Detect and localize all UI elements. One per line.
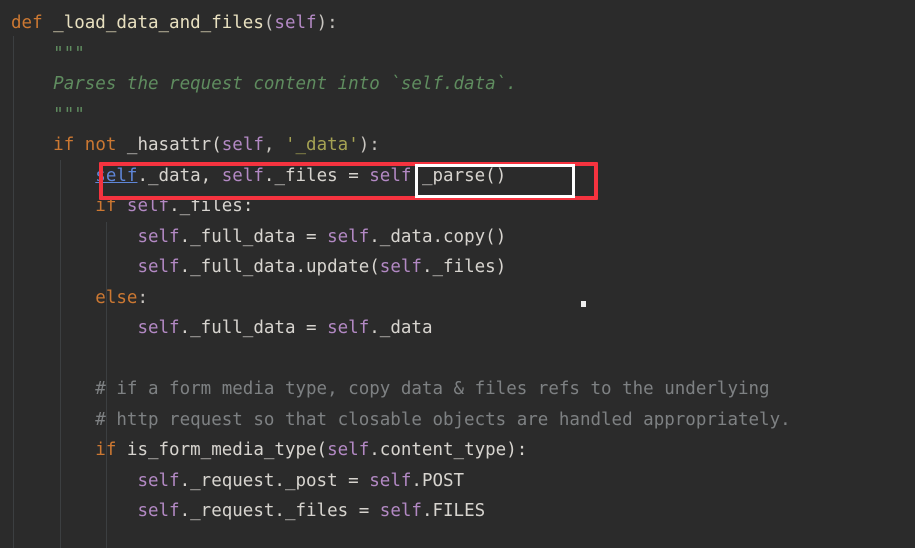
token-fn: _load_data_and_files (53, 13, 264, 33)
token-self: self (137, 470, 180, 491)
token-plain: ._files = (263, 165, 370, 186)
token-kw: if (95, 196, 117, 216)
token-punct: ): (358, 135, 380, 155)
code-line[interactable]: """ (0, 39, 915, 70)
token-plain: ._full_data = (179, 318, 328, 338)
token-cmt: # http request so that closable objects … (95, 409, 791, 430)
code-line[interactable] (0, 344, 915, 375)
token-plain: ._full_data = (179, 226, 328, 247)
code-line[interactable]: if not _hasattr(self, '_data'): (0, 130, 915, 161)
token-self: self (137, 501, 180, 521)
token-plain: ._files) (421, 257, 507, 277)
token-punct: , (263, 135, 285, 155)
token-plain: ._request._files = (179, 501, 380, 521)
code-line[interactable]: # http request so that closable objects … (0, 405, 915, 436)
token-hl-self: self (95, 165, 138, 186)
token-self: self (379, 257, 422, 277)
token-plain: ._data, (137, 165, 222, 186)
token-doc: """ (53, 43, 85, 64)
token-doc: """ (53, 104, 85, 125)
token-plain: is_form_media_type( (116, 440, 328, 460)
code-line[interactable]: else: (0, 283, 915, 314)
token-self: self (369, 470, 412, 491)
token-punct: ( (263, 13, 275, 33)
token-punct: ): (316, 13, 338, 33)
code-line[interactable]: self._data, self._files = self._parse() (0, 161, 915, 192)
token-self: self (274, 13, 317, 33)
code-line[interactable]: """ (0, 100, 915, 131)
code-line[interactable]: def _load_data_and_files(self): (0, 8, 915, 39)
token-cmt: # if a form media type, copy data & file… (95, 379, 770, 399)
code-line[interactable]: self._request._files = self.FILES (0, 496, 915, 527)
token-plain: ._request._post = (179, 470, 370, 491)
token-self: self (221, 165, 264, 186)
token-plain: _hasattr( (116, 135, 222, 155)
token-self: self (327, 440, 370, 460)
token-self: self (327, 318, 370, 338)
code-content[interactable]: def _load_data_and_files(self): """ Pars… (0, 8, 915, 527)
code-line[interactable]: self._full_data = self._data (0, 313, 915, 344)
token-doc: Parses the request content into `self.da… (53, 74, 517, 94)
token-self: self (221, 135, 264, 155)
code-line[interactable]: self._full_data = self._data.copy() (0, 222, 915, 253)
token-plain: .FILES (421, 501, 486, 521)
token-self: self (369, 165, 412, 186)
code-line[interactable]: self._full_data.update(self._files) (0, 252, 915, 283)
token-plain: ._parse() (411, 165, 507, 186)
code-line[interactable]: if self._files: (0, 191, 915, 222)
token-self: self (126, 196, 170, 216)
token-self: self (137, 257, 180, 277)
token-self: self (327, 226, 370, 247)
token-str: '_data' (284, 135, 359, 155)
token-kw: not (84, 135, 117, 155)
token-self: self (137, 318, 180, 338)
code-line[interactable]: # if a form media type, copy data & file… (0, 374, 915, 405)
token-plain: .POST (411, 470, 465, 491)
token-self: self (379, 501, 422, 521)
token-plain: ._full_data.update( (179, 257, 380, 277)
code-editor-viewport: def _load_data_and_files(self): """ Pars… (0, 0, 915, 548)
token-plain: .content_type): (369, 440, 528, 460)
token-plain: ._data (369, 318, 433, 338)
token-plain: ._files: (169, 196, 254, 216)
token-kw: def (11, 13, 43, 33)
token-kw: if (53, 135, 75, 155)
token-kw: else (95, 287, 138, 308)
code-line[interactable]: Parses the request content into `self.da… (0, 69, 915, 100)
code-line[interactable]: if is_form_media_type(self.content_type)… (0, 435, 915, 466)
token-self: self (137, 226, 180, 247)
token-punct: : (137, 287, 148, 308)
code-line[interactable]: self._request._post = self.POST (0, 466, 915, 497)
token-kw: if (95, 440, 117, 460)
token-plain: ._data.copy() (369, 226, 507, 247)
